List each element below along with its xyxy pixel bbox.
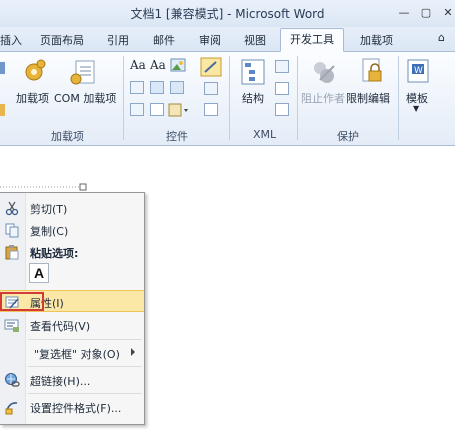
legacy-tools-icon[interactable] <box>168 102 190 118</box>
menu-separator <box>28 339 142 340</box>
group-divider <box>297 56 298 140</box>
addins-button[interactable]: 加载项 <box>16 90 49 106</box>
gear-icon[interactable] <box>22 58 46 86</box>
group-divider <box>398 56 399 140</box>
rich-text-control-icon[interactable]: Aa <box>130 58 146 72</box>
com-addins-button[interactable]: COM 加载项 <box>54 90 116 106</box>
title-bar: 文档1 [兼容模式] - Microsoft Word — ▢ ✕ <box>0 0 455 27</box>
maximize-button[interactable]: ▢ <box>416 5 436 21</box>
tab-addins[interactable]: 加载项 <box>360 32 393 48</box>
building-block-icon[interactable] <box>130 81 144 94</box>
xml-expansion-icon[interactable] <box>275 103 289 116</box>
menu-item-label: 设置控件格式(F)... <box>30 402 122 415</box>
hyperlink-icon <box>5 373 20 387</box>
submenu-arrow-icon <box>131 348 135 356</box>
menu-item-cut[interactable]: 剪切(T) <box>0 197 144 219</box>
menu-item-label: 粘贴选项: <box>30 247 79 260</box>
tab-developer[interactable]: 开发工具 <box>280 28 344 52</box>
copy-icon <box>5 223 19 238</box>
group-divider <box>123 56 124 140</box>
paste-icon <box>5 245 19 260</box>
addins-group-label: 加载项 <box>51 130 84 143</box>
block-authors-button[interactable]: 阻止作者 <box>301 90 345 106</box>
menu-item-label: 超链接(H)... <box>30 375 91 388</box>
annotation-highlight-box <box>0 292 44 311</box>
help-icon[interactable]: ⌂ <box>438 31 445 44</box>
menu-item-label: 查看代码(V) <box>30 320 91 333</box>
minimize-button[interactable]: — <box>394 5 414 21</box>
xml-group-label: XML <box>253 128 277 141</box>
picture-control-icon[interactable] <box>170 58 186 72</box>
xml-transform-icon[interactable] <box>275 82 289 95</box>
template-dropdown-icon[interactable]: ▼ <box>413 104 419 113</box>
group-ribbon-icon[interactable] <box>204 103 218 116</box>
checkbox-control-icon[interactable] <box>150 103 164 116</box>
menu-item-format-control[interactable]: 设置控件格式(F)... <box>0 396 144 418</box>
menu-item-hyperlink[interactable]: 超链接(H)... <box>0 369 144 391</box>
controls-group-label: 控件 <box>166 130 188 143</box>
dropdown-list-icon[interactable] <box>170 81 184 94</box>
menu-item-label: 复制(C) <box>30 225 69 238</box>
menu-item-view-code[interactable]: 查看代码(V) <box>0 314 144 336</box>
selection-handle[interactable] <box>0 182 90 192</box>
structure-button[interactable]: 结构 <box>242 90 264 106</box>
svg-text:W: W <box>414 66 423 76</box>
ribbon-tab-row: 插入 页面布局 引用 邮件 审阅 视图 开发工具 加载项 ⌂ <box>0 27 455 52</box>
design-mode-icon[interactable] <box>200 57 222 77</box>
context-menu: 剪切(T) 复制(C) 粘贴选项: A 属性(I) 查看代码(V) "复选框" … <box>0 192 145 425</box>
menu-item-label: 剪切(T) <box>30 203 68 216</box>
date-picker-icon[interactable] <box>130 103 144 116</box>
window-title: 文档1 [兼容模式] - Microsoft Word <box>130 7 325 21</box>
plain-text-control-icon[interactable]: Aa <box>150 58 166 72</box>
tab-review[interactable]: 审阅 <box>199 32 221 48</box>
menu-separator <box>28 366 142 367</box>
menu-item-copy[interactable]: 复制(C) <box>0 219 144 241</box>
close-button[interactable]: ✕ <box>438 5 455 21</box>
menu-item-paste-options: 粘贴选项: <box>0 241 144 263</box>
restrict-editing-button[interactable]: 限制编辑 <box>346 90 390 106</box>
properties-ribbon-icon[interactable] <box>204 82 218 95</box>
partial-icon <box>0 62 5 116</box>
tab-mailings[interactable]: 邮件 <box>153 32 175 48</box>
menu-item-checkbox-object[interactable]: "复选框" 对象(O) <box>0 342 144 364</box>
protect-group-label: 保护 <box>337 130 359 143</box>
tab-insert[interactable]: 插入 <box>0 32 22 48</box>
xml-structure-icon[interactable] <box>240 58 266 86</box>
tab-references[interactable]: 引用 <box>107 32 129 48</box>
menu-separator <box>28 393 142 394</box>
tab-page-layout[interactable]: 页面布局 <box>40 32 84 48</box>
block-authors-icon[interactable] <box>310 58 336 86</box>
xml-schema-icon[interactable] <box>275 60 289 73</box>
restrict-editing-icon[interactable] <box>360 57 384 87</box>
paste-keep-text-icon[interactable]: A <box>29 263 49 283</box>
group-divider <box>229 56 230 140</box>
menu-item-label: "复选框" 对象(O) <box>34 348 120 361</box>
com-addins-icon[interactable] <box>70 58 98 86</box>
format-control-icon <box>5 402 18 415</box>
combo-box-icon[interactable] <box>150 81 164 94</box>
tab-view[interactable]: 视图 <box>244 32 266 48</box>
document-template-icon[interactable]: W <box>406 58 430 84</box>
view-code-icon <box>4 319 19 332</box>
scissors-icon <box>5 201 19 216</box>
ribbon: 加载项 COM 加载项 加载项 Aa Aa 控件 结构 XML 阻止作者 限制编… <box>0 52 455 146</box>
